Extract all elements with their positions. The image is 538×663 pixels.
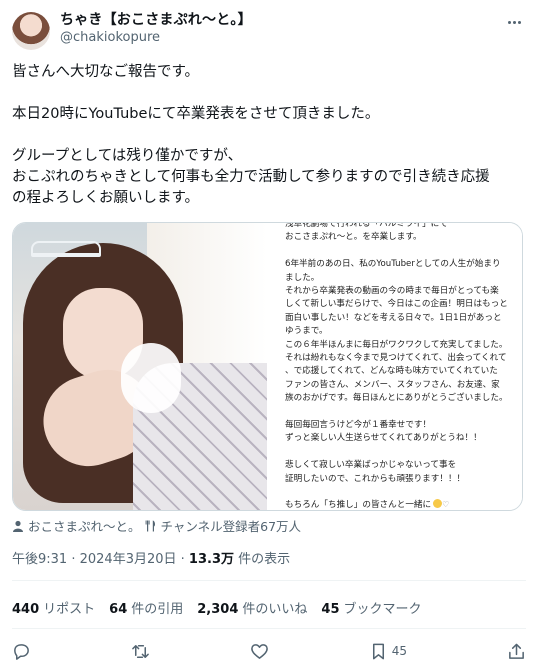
quotes-count: 64 <box>109 602 128 617</box>
bookmark-count: 45 <box>391 644 408 658</box>
heart-emoji-icon: ♡ <box>442 500 450 510</box>
subscriber-label[interactable]: チャンネル登録者67万人 <box>161 516 302 535</box>
reposts-label: リポスト <box>43 602 96 617</box>
tweet-header: ちゃき【おこさまぷれ〜と。】 @chakiokopure <box>12 12 526 52</box>
divider <box>12 628 526 629</box>
views-label: 件の表示 <box>238 552 291 567</box>
note-line: 面白い事したい！などを考える日々で。1日1日があっと <box>285 312 502 323</box>
repost-icon <box>132 644 149 658</box>
divider <box>12 580 526 581</box>
bookmarks-stat[interactable]: 45 ブックマーク <box>321 598 421 617</box>
note-line: 証明したいので、これからも頑張ります！！！ <box>285 473 466 484</box>
note-line: もちろん「ち推し」の皆さんと一緒に <box>285 500 432 511</box>
quotes-stat[interactable]: 64 件の引用 <box>109 598 183 617</box>
tweet-date[interactable]: 2024年3月20日 <box>80 552 177 567</box>
fork-knife-icon <box>145 520 155 531</box>
bookmarks-count: 45 <box>321 602 340 617</box>
note-line: しくて新しい事だらけで、今日はこの企画！明日はもっと <box>285 299 508 310</box>
tweet-line: の程よろしくお願いします。 <box>12 190 200 206</box>
tweet-line: おこぷれのちゃきとして何事も全力で活動して参りますので引き続き応援 <box>12 169 490 185</box>
note-line: ました。 <box>285 272 320 283</box>
quotes-label: 件の引用 <box>131 602 184 617</box>
tweet-text: 皆さんへ大切なご報告です。 本日20時にYouTubeにて卒業発表をさせて頂きま… <box>12 62 524 209</box>
meta-separator: · <box>67 552 80 567</box>
more-icon[interactable] <box>504 14 524 30</box>
reposts-count: 440 <box>12 602 40 617</box>
note-line: それから卒業発表の動画の今の時まで毎日がとっても楽 <box>285 286 499 297</box>
views-count: 13.3万 <box>188 552 234 567</box>
person-icon <box>13 520 23 532</box>
like-button[interactable] <box>250 642 269 661</box>
tweet-line: 皆さんへ大切なご報告です。 <box>12 64 200 80</box>
tagged-channel[interactable]: おこさまぷれ〜と。 <box>28 516 141 535</box>
note-line: この６年半ほんまに毎日がワクワクして充実してました。 <box>285 339 508 350</box>
display-name[interactable]: ちゃき【おこさまぷれ〜と。】 <box>60 12 252 30</box>
tweet-time[interactable]: 午後9:31 <box>12 552 67 567</box>
tweet-photo[interactable] <box>13 223 267 510</box>
note-line: 毎回毎回言うけど今が１番幸せです！ <box>285 420 432 431</box>
share-icon <box>509 643 524 659</box>
note-line: ファンの皆さん、メンバー、スタッフさん、お友達、家 <box>285 379 500 390</box>
tweet-meta: 午後9:31 · 2024年3月20日 · 13.3万 件の表示 <box>12 548 290 567</box>
note-line: 悲しくて寂しい卒業ばっかじゃないって事を <box>285 460 457 471</box>
avatar[interactable] <box>12 12 50 50</box>
author-names: ちゃき【おこさまぷれ〜と。】 @chakiokopure <box>60 12 252 46</box>
smile-emoji-icon <box>433 499 443 509</box>
reposts-stat[interactable]: 440 リポスト <box>12 598 95 617</box>
bookmark-icon <box>372 643 384 659</box>
action-bar: 45 <box>12 640 526 662</box>
note-line: それは紛れもなく今まで見つけてくれて、出会ってくれて <box>285 353 507 364</box>
reply-icon <box>14 643 29 660</box>
tweet-line: グループとしては残り僅かですが、 <box>12 148 243 164</box>
announcement-note[interactable]: 浅草花劇場で行われる「ハルミライ」にて おこさまぷれ〜と。を卒業します。 6年半… <box>267 223 522 510</box>
engagement-stats: 440 リポスト 64 件の引用 2,304 件のいいね 45 ブックマーク <box>12 598 422 617</box>
note-line: 族のおかげです。毎日ほんとにありがとうございました。 <box>285 393 508 404</box>
meta-separator: · <box>176 552 189 567</box>
user-handle[interactable]: @chakiokopure <box>60 30 252 46</box>
note-line: おこさまぷれ〜と。を卒業します。 <box>285 232 422 243</box>
note-line: 6年半前のあの日、私のYouTuberとしての人生が始まり <box>285 259 501 270</box>
share-button[interactable] <box>507 642 526 661</box>
note-line: 浅草花劇場で行われる「ハルミライ」にて <box>285 222 448 229</box>
reply-button[interactable] <box>12 642 31 661</box>
note-line: ゆうまで。 <box>285 326 328 337</box>
tweet-line: 本日20時にYouTubeにて卒業発表をさせて頂きました。 <box>12 106 380 122</box>
likes-count: 2,304 <box>197 602 239 617</box>
likes-stat[interactable]: 2,304 件のいいね <box>197 598 307 617</box>
note-line: ずっと楽しい人生送らせてくれてありがとうね！！ <box>285 433 482 444</box>
bookmark-button[interactable]: 45 <box>369 642 407 661</box>
like-icon <box>250 643 268 659</box>
note-line-last: もちろん「ち推し」の皆さんと一緒に ♡ <box>285 499 512 511</box>
repost-button[interactable] <box>131 642 150 661</box>
bookmarks-label: ブックマーク <box>343 602 422 617</box>
media-tags: おこさまぷれ〜と。 チャンネル登録者67万人 <box>12 516 301 535</box>
tweet-media[interactable]: 浅草花劇場で行われる「ハルミライ」にて おこさまぷれ〜と。を卒業します。 6年半… <box>12 222 523 511</box>
note-line: 、で応援してくれて、どんな時も味方でいてくれていた <box>285 366 498 377</box>
likes-label: 件のいいね <box>242 602 308 617</box>
